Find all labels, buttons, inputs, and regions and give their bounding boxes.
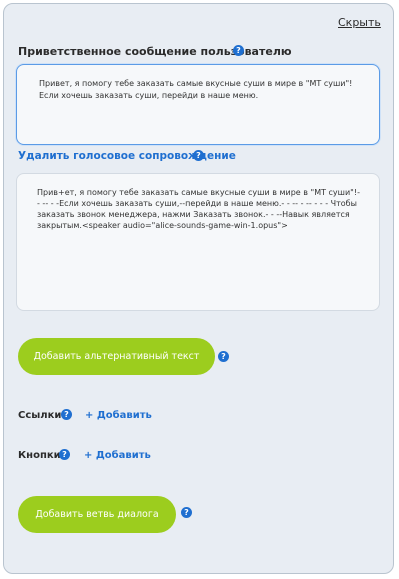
voice-help-icon[interactable]: ? [193, 150, 204, 161]
add-button-link[interactable]: + Добавить [84, 450, 151, 461]
buttons-help-icon[interactable]: ? [59, 449, 70, 460]
links-label: Ссылки [18, 410, 62, 421]
hide-link[interactable]: Скрыть [338, 16, 381, 29]
add-dialog-branch-button[interactable]: Добавить ветвь диалога [18, 496, 176, 533]
greeting-text: Привет, я помогу тебе заказать самые вку… [39, 79, 353, 100]
alt-text-help-icon[interactable]: ? [218, 351, 229, 362]
tts-textarea[interactable]: Прив+ет, я помогу тебе заказать самые вк… [16, 173, 380, 311]
greeting-label: Приветственное сообщение пользователю [18, 45, 292, 58]
links-help-icon[interactable]: ? [61, 409, 72, 420]
add-link-button[interactable]: + Добавить [85, 410, 152, 421]
tts-text: Прив+ет, я помогу тебе заказать самые вк… [37, 188, 360, 230]
add-alt-text-button[interactable]: Добавить альтернативный текст [18, 338, 215, 375]
buttons-label: Кнопки [18, 450, 61, 461]
greeting-textarea[interactable]: Привет, я помогу тебе заказать самые вку… [16, 64, 380, 145]
branch-help-icon[interactable]: ? [181, 507, 192, 518]
greeting-help-icon[interactable]: ? [233, 45, 244, 56]
